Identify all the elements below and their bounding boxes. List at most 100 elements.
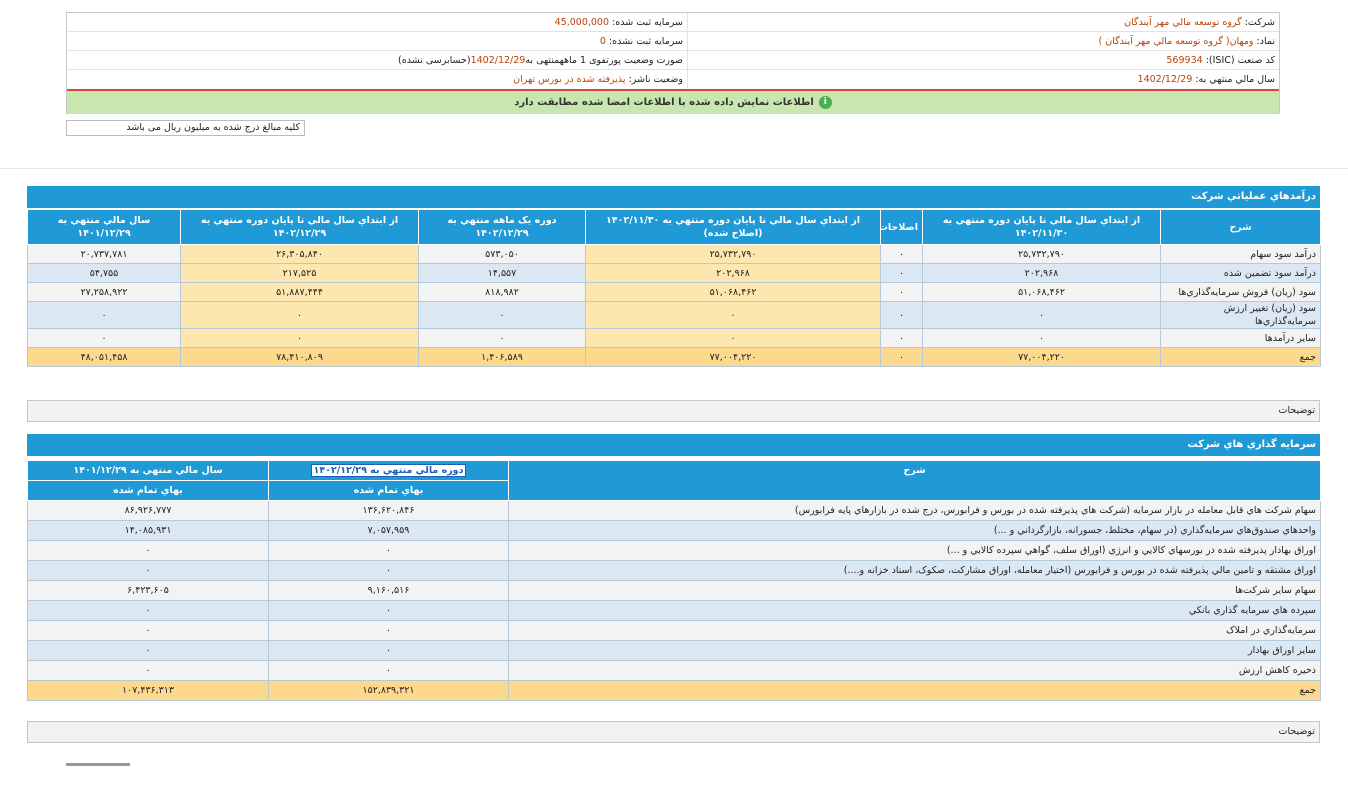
- cell: ۲۶,۳۰۵,۸۴۰: [180, 244, 419, 264]
- cell: ۰: [585, 301, 881, 329]
- col-header: از ابتداي سال مالي تا پايان دوره منتهي ب…: [922, 209, 1161, 245]
- cell: ۰: [27, 328, 181, 348]
- col-header: سال مالي منتهي به ۱۴۰۱/۱۲/۲۹: [27, 209, 181, 245]
- cell: سهام ساير شرکت‌ها: [508, 580, 1321, 601]
- sub-header-current: بهاي تمام شده: [268, 480, 509, 501]
- cell: ۱۵۲,۸۳۹,۳۲۱: [268, 680, 509, 701]
- table-row: سود (زيان) تغيير ارزش سرمايه‌گذاري‌ها ۰ …: [27, 301, 1321, 329]
- cell: ۱,۴۰۶,۵۸۹: [418, 347, 586, 367]
- capital-registered-value: 45,000,000: [554, 17, 610, 28]
- revenue-table: شرح از ابتداي سال مالي تا پايان دوره منت…: [27, 209, 1321, 367]
- table-row: ساير اوراق بهادار ۰ ۰: [27, 640, 1321, 661]
- cell: ۰: [27, 600, 269, 621]
- col-header: دوره يک ماهه منتهي به ۱۴۰۲/۱۲/۲۹: [418, 209, 586, 245]
- total-row: جمع ۷۷,۰۰۴,۲۲۰ ۰ ۷۷,۰۰۴,۲۲۰ ۱,۴۰۶,۵۸۹ ۷۸…: [27, 347, 1321, 367]
- cell: ۰: [418, 301, 586, 329]
- cell: ۰: [27, 301, 181, 329]
- cell: ۵۴,۷۵۵: [27, 263, 181, 283]
- col-header: از ابتداي سال مالي تا پايان دوره منتهي ب…: [180, 209, 419, 245]
- revenue-notes: توضيحات: [27, 400, 1320, 422]
- symbol-value[interactable]: ومهان( گروه توسعه مالي مهر آيندگان ): [1098, 36, 1253, 47]
- cell: ۸۶,۹۲۶,۷۷۷: [27, 500, 269, 521]
- col-header: از ابتداي سال مالي تا پايان دوره منتهي ب…: [585, 209, 881, 245]
- sub-header-prev: بهاي تمام شده: [27, 480, 269, 501]
- isic-value: 569934: [1166, 55, 1203, 66]
- fiscal-year-value: 1402/12/29: [1137, 74, 1193, 85]
- table-row: اوراق بهادار پذيرفته شده در بورسهاي کالا…: [27, 540, 1321, 561]
- cell: ۲۰۲,۹۶۸: [585, 263, 881, 283]
- cell: ۰: [922, 301, 1161, 329]
- col-header-desc: شرح: [508, 460, 1321, 501]
- cell: ۰: [180, 328, 419, 348]
- scroll-indicator: [66, 763, 130, 766]
- portfolio-status-mid: منتهی به: [525, 55, 560, 66]
- symbol-label: نماد:: [1256, 36, 1275, 47]
- cell: ۲۰۲,۹۶۸: [922, 263, 1161, 283]
- table-row: اوراق مشتقه و تامين مالي پذيرفته شده در …: [27, 560, 1321, 581]
- cell: ۸۱۸,۹۸۲: [418, 282, 586, 302]
- table-row: سرمايه‌گذاري در املاک ۰ ۰: [27, 620, 1321, 641]
- cell: ۱۰۷,۴۳۶,۳۱۳: [27, 680, 269, 701]
- cell: ۰: [880, 328, 923, 348]
- cell: ۰: [880, 244, 923, 264]
- cell: ۰: [27, 620, 269, 641]
- cell: سهام شرکت هاي قابل معامله در بازار سرماي…: [508, 500, 1321, 521]
- investments-notes: توضيحات: [27, 721, 1320, 743]
- publisher-status-label: وضعيت ناشر:: [628, 74, 683, 85]
- cell: ۶,۴۲۳,۶۰۵: [27, 580, 269, 601]
- info-icon: i: [818, 95, 832, 109]
- cell: ۰: [27, 640, 269, 661]
- cell: واحدهاي صندوق‌هاي سرمايه‌گذاري (در سهام،…: [508, 520, 1321, 541]
- cell: اوراق مشتقه و تامين مالي پذيرفته شده در …: [508, 560, 1321, 581]
- cell: ۲۵,۷۳۲,۷۹۰: [922, 244, 1161, 264]
- investments-section-title: سرمايه گذاري هاي شرکت: [27, 434, 1320, 456]
- cell: ساير اوراق بهادار: [508, 640, 1321, 661]
- cell: ۷,۰۵۷,۹۵۹: [268, 520, 509, 541]
- cell: ۲۷,۲۵۸,۹۲۲: [27, 282, 181, 302]
- cell: ۵۱,۸۸۷,۴۴۴: [180, 282, 419, 302]
- capital-unregistered-value: 0: [599, 36, 606, 47]
- portfolio-status-date: 1402/12/29: [470, 55, 526, 66]
- cell: جمع: [508, 680, 1321, 701]
- table-row: سود (زيان) فروش سرمايه‌گذاري‌ها ۵۱,۰۶۸,۴…: [27, 282, 1321, 302]
- col-header-current-period[interactable]: دوره مالي منتهي به ۱۴۰۲/۱۲/۲۹: [268, 460, 509, 481]
- cell: ۷۷,۰۰۴,۲۲۰: [922, 347, 1161, 367]
- cell: ۵۱,۰۶۸,۴۶۲: [922, 282, 1161, 302]
- cell: ۵۱,۰۶۸,۴۶۲: [585, 282, 881, 302]
- cell: ۰: [418, 328, 586, 348]
- cell: ۰: [27, 660, 269, 681]
- total-row: جمع ۱۵۲,۸۳۹,۳۲۱ ۱۰۷,۴۳۶,۳۱۳: [27, 680, 1321, 701]
- divider: [0, 168, 1348, 169]
- table-row: سهام ساير شرکت‌ها ۹,۱۶۰,۵۱۶ ۶,۴۲۳,۶۰۵: [27, 580, 1321, 601]
- cell: ۴۸,۰۵۱,۴۵۸: [27, 347, 181, 367]
- cell: ۱۴,۵۵۷: [418, 263, 586, 283]
- col-header: اصلاحات: [880, 209, 923, 245]
- unit-note: کلیه مبالغ درج شده به میلیون ریال می باش…: [66, 120, 305, 136]
- cell: ۰: [880, 301, 923, 329]
- cell: سود (زيان) تغيير ارزش سرمايه‌گذاري‌ها: [1160, 301, 1321, 329]
- portfolio-status-suffix: (حسابرسی نشده): [398, 55, 471, 66]
- cell: درآمد سود سهام: [1160, 244, 1321, 264]
- company-value: گروه توسعه مالي مهر آيندگان: [1124, 17, 1242, 28]
- cell: ۹,۱۶۰,۵۱۶: [268, 580, 509, 601]
- cell: ۰: [268, 660, 509, 681]
- col-header-prev-year: سال مالي منتهي به ۱۴۰۱/۱۲/۲۹: [27, 460, 269, 481]
- cell: ۰: [922, 328, 1161, 348]
- revenue-header-row: شرح از ابتداي سال مالي تا پايان دوره منت…: [27, 209, 1321, 245]
- cell: ۲۱۷,۵۲۵: [180, 263, 419, 283]
- cell: ۲۵,۷۳۲,۷۹۰: [585, 244, 881, 264]
- verification-alert: i اطلاعات نمایش داده شده با اطلاعات امضا …: [67, 89, 1279, 114]
- table-row: ذخيره کاهش ارزش ۰ ۰: [27, 660, 1321, 681]
- alert-text: اطلاعات نمایش داده شده با اطلاعات امضا ش…: [514, 97, 814, 108]
- cell: ۰: [268, 540, 509, 561]
- fiscal-year-label: سال مالي منتهي به:: [1195, 74, 1275, 85]
- table-row: درآمد سود تضمين شده ۲۰۲,۹۶۸ ۰ ۲۰۲,۹۶۸ ۱۴…: [27, 263, 1321, 283]
- company-info-panel: شرکت: گروه توسعه مالي مهر آيندگان سرمايه…: [66, 12, 1280, 114]
- cell: ۷۷,۰۰۴,۲۲۰: [585, 347, 881, 367]
- cell: سپرده هاي سرمايه گذاري بانکي: [508, 600, 1321, 621]
- table-row: درآمد سود سهام ۲۵,۷۳۲,۷۹۰ ۰ ۲۵,۷۳۲,۷۹۰ ۵…: [27, 244, 1321, 264]
- cell: ذخيره کاهش ارزش: [508, 660, 1321, 681]
- isic-label: کد صنعت (ISIC):: [1205, 55, 1275, 66]
- table-row: ساير درآمدها ۰ ۰ ۰ ۰ ۰ ۰: [27, 328, 1321, 348]
- table-row: سپرده هاي سرمايه گذاري بانکي ۰ ۰: [27, 600, 1321, 621]
